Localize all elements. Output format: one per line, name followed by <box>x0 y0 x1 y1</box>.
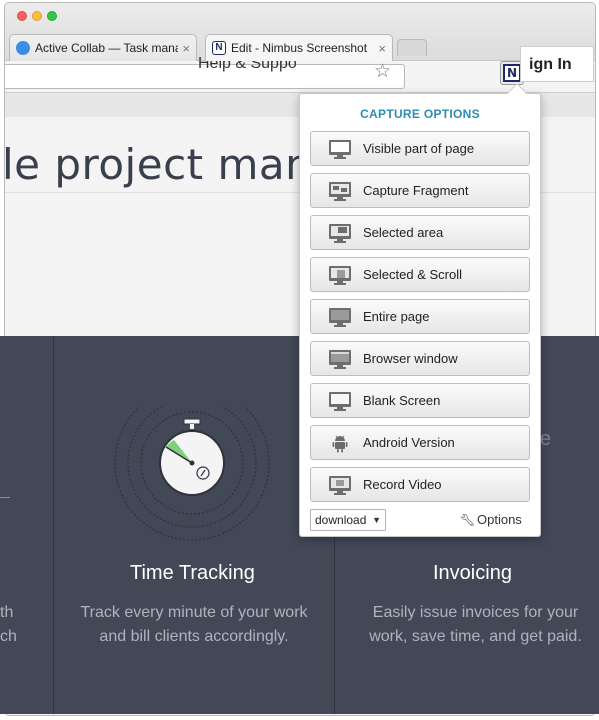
feature-title: Time Tracking <box>130 562 255 584</box>
tab-active-collab[interactable]: Active Collab — Task mana × <box>9 34 197 61</box>
option-label: Selected area <box>363 225 444 240</box>
options-link[interactable]: 🔧︎ Options <box>460 512 522 527</box>
blank-screen-button[interactable]: Blank Screen <box>310 383 530 418</box>
option-label: Browser window <box>363 351 458 366</box>
option-label: Visible part of page <box>363 141 475 156</box>
tab-nimbus-edit[interactable]: N Edit - Nimbus Screenshot × <box>205 34 393 61</box>
selected-and-scroll-button[interactable]: Selected & Scroll <box>310 257 530 292</box>
selected-scroll-icon <box>329 266 351 285</box>
option-label: Capture Fragment <box>363 183 469 198</box>
save-action-select[interactable]: download ▼ <box>310 509 386 531</box>
feature-description: Track every minute of your work and bill… <box>78 601 310 649</box>
feature-desc-line: and bill clients accordingly. <box>99 628 289 645</box>
tab-close-icon[interactable]: × <box>378 41 386 56</box>
save-action-value: download <box>315 513 367 527</box>
feature-title: Invoicing <box>433 562 512 584</box>
divider-dash <box>0 497 10 498</box>
android-version-button[interactable]: Android Version <box>310 425 530 460</box>
stopwatch-icon <box>114 407 270 541</box>
android-icon <box>332 435 348 453</box>
option-label: Selected & Scroll <box>363 267 462 282</box>
tab-close-icon[interactable]: × <box>182 41 190 56</box>
tab-title: Active Collab — Task mana <box>35 41 179 55</box>
option-label: Record Video <box>363 477 442 492</box>
feature-description: Easily issue invoices for your work, sav… <box>367 601 584 649</box>
fragment-icon <box>329 182 351 201</box>
capture-fragment-button[interactable]: Capture Fragment <box>310 173 530 208</box>
browser-window-button[interactable]: Browser window <box>310 341 530 376</box>
nimbus-favicon-icon: N <box>212 41 226 55</box>
bookmark-star-icon[interactable]: ☆ <box>374 62 391 81</box>
minimize-window-button[interactable] <box>32 11 42 21</box>
entire-page-button[interactable]: Entire page <box>310 299 530 334</box>
wrench-icon: 🔧︎ <box>460 513 476 527</box>
options-label: Options <box>477 512 522 527</box>
browser-window-icon <box>329 350 351 369</box>
sign-in-button[interactable]: ign In <box>520 46 594 82</box>
chevron-down-icon: ▼ <box>372 515 381 525</box>
feature-desc-line: th <box>0 604 14 621</box>
visible-page-icon <box>329 140 351 159</box>
capture-options-popup: CAPTURE OPTIONS Visible part of page Cap… <box>299 93 541 537</box>
record-video-icon <box>329 476 351 495</box>
close-window-button[interactable] <box>17 11 27 21</box>
feature-desc-fragment: th ch <box>0 601 17 649</box>
entire-page-icon <box>329 308 351 327</box>
popup-title: CAPTURE OPTIONS <box>360 107 480 121</box>
feature-letter-fragment: e <box>540 428 552 450</box>
option-label: Blank Screen <box>363 393 441 408</box>
feature-desc-line: ch <box>0 628 17 645</box>
column-divider <box>53 336 54 714</box>
nimbus-logo-icon: N <box>503 64 521 82</box>
visible-part-of-page-button[interactable]: Visible part of page <box>310 131 530 166</box>
option-label: Android Version <box>363 435 455 450</box>
active-collab-favicon-icon <box>16 41 30 55</box>
tab-title: Edit - Nimbus Screenshot <box>231 41 368 55</box>
record-video-button[interactable]: Record Video <box>310 467 530 502</box>
blank-screen-icon <box>329 392 351 411</box>
maximize-window-button[interactable] <box>47 11 57 21</box>
hero-title: le project mana <box>2 140 339 189</box>
title-bar: Active Collab — Task mana × N Edit - Nim… <box>5 3 595 61</box>
new-tab-button[interactable] <box>397 39 427 56</box>
feature-desc-line: work, save time, and get paid. <box>369 628 582 645</box>
feature-desc-line: Track every minute of your work <box>80 604 308 621</box>
selected-area-button[interactable]: Selected area <box>310 215 530 250</box>
option-label: Entire page <box>363 309 430 324</box>
feature-desc-line: Easily issue invoices for your <box>372 604 579 621</box>
selected-area-icon <box>329 224 351 243</box>
